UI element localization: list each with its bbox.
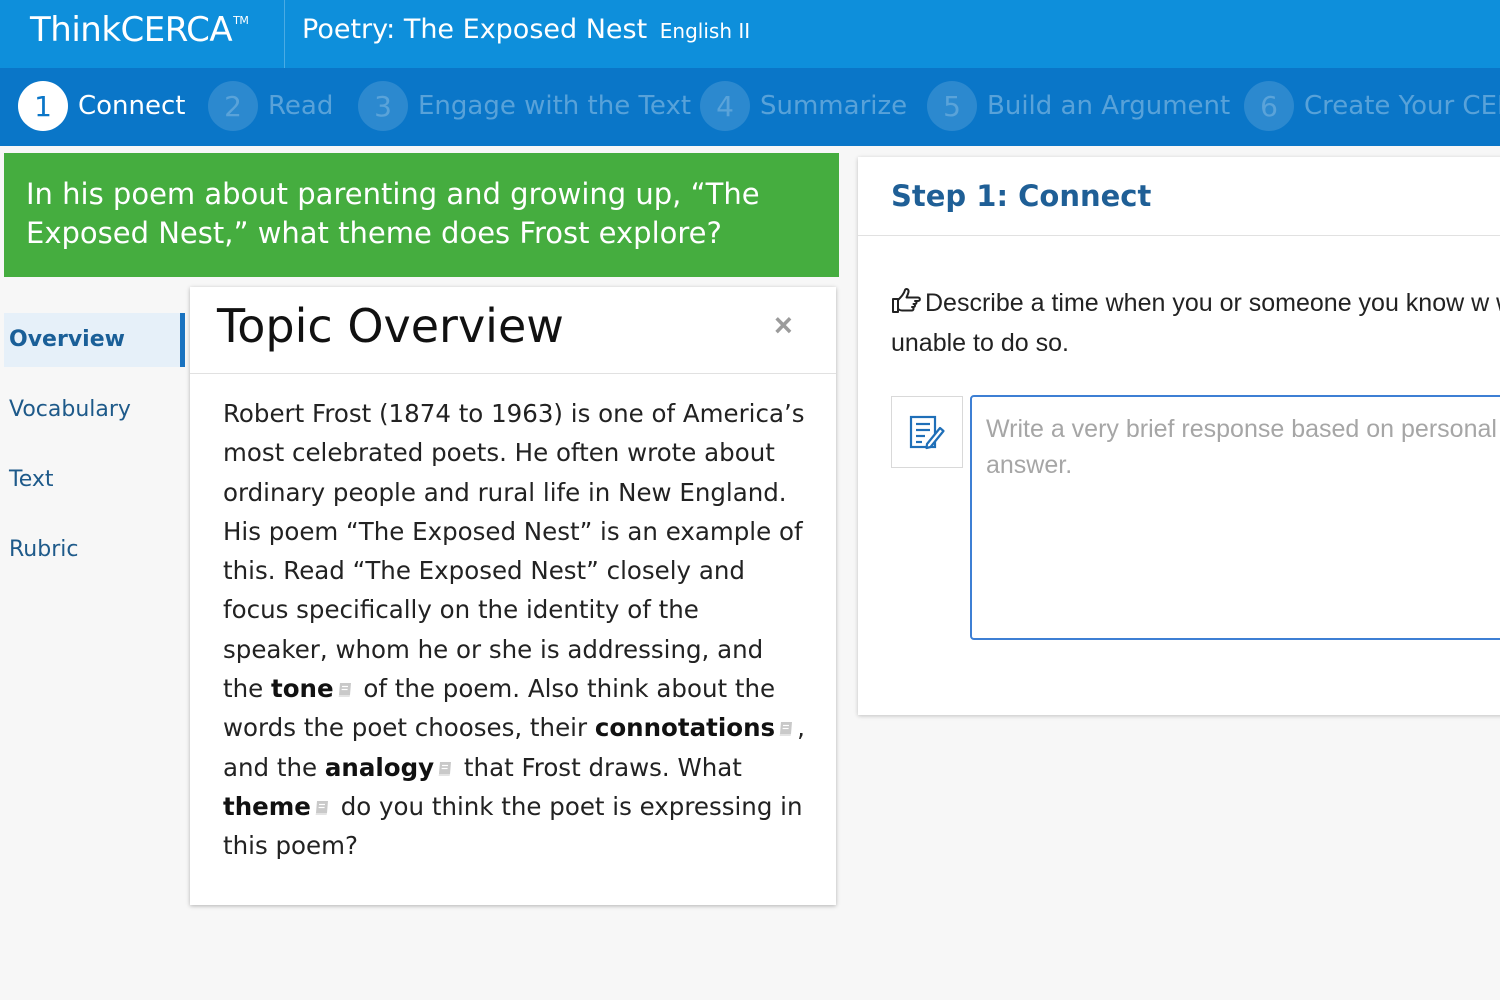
step-panel: Step 1: Connect Describe a time when you… xyxy=(858,157,1500,715)
pointing-hand-icon xyxy=(892,287,921,313)
sidebar-item-overview[interactable]: Overview xyxy=(4,313,185,367)
sidebar-item-rubric[interactable]: Rubric xyxy=(4,523,185,577)
step-label: Connect xyxy=(78,91,186,121)
step-label: Summarize xyxy=(760,91,908,121)
step-label: Build an Argument xyxy=(987,91,1231,121)
connect-prompt: Describe a time when you or someone you … xyxy=(891,283,1500,363)
close-icon[interactable]: × xyxy=(774,309,793,341)
book-icon[interactable] xyxy=(336,681,354,699)
panel-title: Step 1: Connect xyxy=(891,179,1152,213)
step-number: 1 xyxy=(18,81,68,131)
lesson-title: Poetry: The Exposed Nest xyxy=(302,14,648,45)
overview-text: Robert Frost (1874 to 1963) is one of Am… xyxy=(190,374,836,866)
step-label: Read xyxy=(268,91,334,121)
step-engage-with-the-text[interactable]: 3 Engage with the Text xyxy=(358,80,691,132)
prompt-text: Describe a time when you or someone you … xyxy=(891,289,1500,357)
sidebar-item-vocabulary[interactable]: Vocabulary xyxy=(4,383,185,437)
notes-button[interactable] xyxy=(891,396,963,468)
vocab-term-connotations[interactable]: connotations xyxy=(595,713,775,742)
step-label: Create Your CER xyxy=(1304,91,1500,121)
step-number: 5 xyxy=(927,81,977,131)
course-name: English II xyxy=(659,19,751,43)
step-number: 6 xyxy=(1244,81,1294,131)
step-read[interactable]: 2 Read xyxy=(208,80,333,132)
book-icon[interactable] xyxy=(436,760,454,778)
vocab-term-analogy[interactable]: analogy xyxy=(325,753,434,782)
book-icon[interactable] xyxy=(777,720,795,738)
step-number: 3 xyxy=(358,81,408,131)
overview-paragraph: Robert Frost (1874 to 1963) is one of Am… xyxy=(223,399,805,704)
logo-trademark: TM xyxy=(233,14,249,27)
page-title: Poetry: The Exposed Nest English II xyxy=(302,14,750,45)
book-icon[interactable] xyxy=(313,799,331,817)
sidebar-nav: Overview Vocabulary Text Rubric xyxy=(4,313,185,593)
step-label: Engage with the Text xyxy=(418,91,692,121)
sidebar-item-text[interactable]: Text xyxy=(4,453,185,507)
topic-overview-card: Topic Overview × Robert Frost (1874 to 1… xyxy=(190,287,836,905)
question-banner: In his poem about parenting and growing … xyxy=(4,153,839,277)
thinkcerca-logo[interactable]: ThinkCERCATM xyxy=(30,10,249,50)
logo-text: ThinkCERCA xyxy=(30,10,233,50)
step-build-an-argument[interactable]: 5 Build an Argument xyxy=(927,80,1230,132)
step-number: 2 xyxy=(208,81,258,131)
top-header: ThinkCERCATM Poetry: The Exposed Nest En… xyxy=(0,0,1500,68)
overview-paragraph: that Frost draws. What xyxy=(456,752,742,782)
step-navigation: 1 Connect 2 Read 3 Engage with the Text … xyxy=(0,68,1500,146)
vocab-term-tone[interactable]: tone xyxy=(271,674,334,703)
step-create-your-cer[interactable]: 6 Create Your CER xyxy=(1244,80,1500,132)
step-number: 4 xyxy=(700,81,750,131)
logo-container[interactable]: ThinkCERCATM xyxy=(0,0,285,68)
step-connect[interactable]: 1 Connect xyxy=(18,80,186,132)
card-title: Topic Overview xyxy=(217,299,564,353)
vocab-term-theme[interactable]: theme xyxy=(223,792,311,821)
edit-notes-icon xyxy=(909,415,945,450)
panel-header: Step 1: Connect xyxy=(858,157,1500,236)
card-header: Topic Overview × xyxy=(190,287,836,374)
step-summarize[interactable]: 4 Summarize xyxy=(700,80,907,132)
response-input[interactable] xyxy=(970,395,1500,640)
